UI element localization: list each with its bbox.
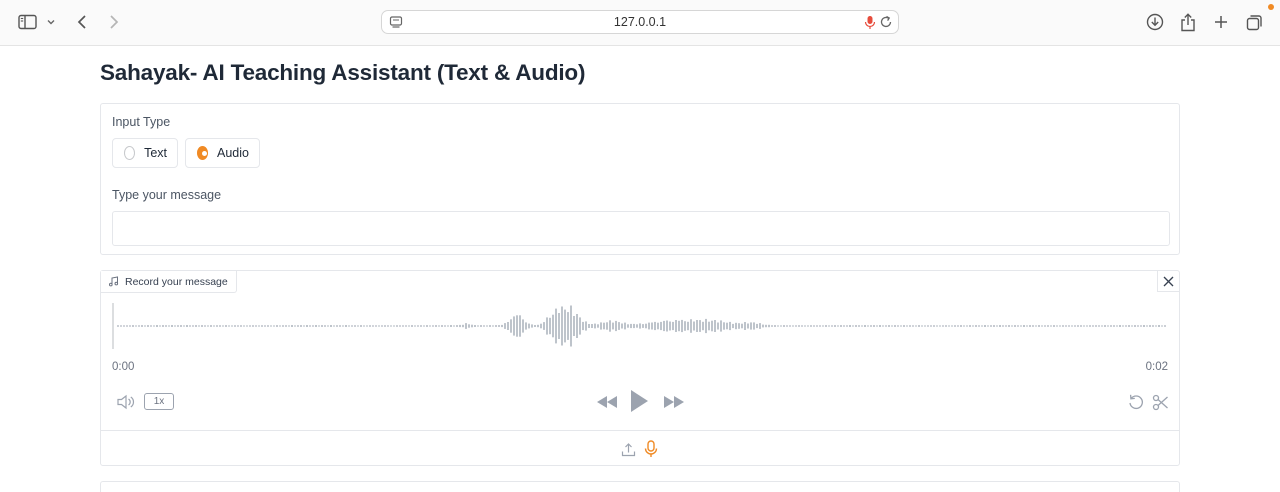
rewind-icon <box>597 396 617 408</box>
rewind-button[interactable] <box>595 392 619 412</box>
chevron-left-icon <box>77 15 86 29</box>
play-button[interactable] <box>627 387 651 415</box>
share-button[interactable] <box>1174 9 1202 35</box>
time-start: 0:00 <box>112 361 135 373</box>
scissors-icon <box>1152 394 1168 410</box>
chevron-right-icon <box>110 15 119 29</box>
downloads-button[interactable] <box>1141 9 1169 35</box>
tab-overview-button[interactable] <box>1240 9 1268 35</box>
audio-label: Record your message <box>101 271 237 293</box>
message-label: Type your message <box>112 188 222 202</box>
record-audio-button[interactable] <box>642 439 660 459</box>
close-icon <box>1163 276 1174 286</box>
radio-option-text[interactable]: Text <box>112 138 178 168</box>
fast-forward-icon <box>664 396 684 408</box>
notification-dot <box>1268 4 1274 10</box>
forward-button[interactable] <box>100 9 128 35</box>
radio-label-audio: Audio <box>217 146 249 160</box>
url-text: 127.0.0.1 <box>613 15 667 29</box>
playback-speed-button[interactable]: 1x <box>144 393 174 410</box>
plus-icon <box>1215 16 1227 28</box>
audio-recorder-panel: Record your message 0:00 0:02 1x <box>100 270 1180 466</box>
volume-icon <box>117 394 135 410</box>
page-title: Sahayak- AI Teaching Assistant (Text & A… <box>100 60 586 85</box>
message-input[interactable] <box>112 211 1170 246</box>
trim-button[interactable] <box>1150 392 1170 412</box>
music-icon <box>109 276 119 287</box>
volume-button[interactable] <box>115 392 137 412</box>
next-panel <box>100 481 1180 492</box>
chevron-down-icon <box>47 20 55 25</box>
upload-audio-button[interactable] <box>619 440 637 458</box>
tabs-icon <box>1246 14 1262 30</box>
radio-button-audio[interactable] <box>197 146 209 160</box>
browser-toolbar: 127.0.0.1 <box>0 0 1280 46</box>
play-icon <box>631 390 648 412</box>
input-panel: Input Type Text Audio Type your message <box>100 103 1180 255</box>
back-button[interactable] <box>68 9 96 35</box>
download-icon <box>1146 13 1164 31</box>
audio-source-bar <box>101 430 1179 466</box>
sidebar-menu-button[interactable] <box>38 9 64 35</box>
sidebar-icon <box>18 14 37 30</box>
clear-audio-button[interactable] <box>1157 271 1179 292</box>
microphone-icon[interactable] <box>864 15 876 30</box>
reload-icon[interactable] <box>879 15 893 29</box>
time-end: 0:02 <box>1145 361 1168 373</box>
radio-button-text[interactable] <box>124 146 136 160</box>
radio-label-text: Text <box>144 146 167 160</box>
audio-label-text: Record your message <box>125 275 228 288</box>
address-bar[interactable]: 127.0.0.1 <box>381 10 899 34</box>
input-type-label: Input Type <box>112 115 171 129</box>
reset-button[interactable] <box>1126 392 1146 412</box>
new-tab-button[interactable] <box>1207 9 1235 35</box>
share-icon <box>1181 12 1195 31</box>
microphone-icon <box>644 440 658 457</box>
upload-icon <box>621 442 635 456</box>
undo-icon <box>1129 394 1143 410</box>
audio-waveform[interactable] <box>112 301 1170 351</box>
radio-option-audio[interactable]: Audio <box>185 138 260 168</box>
fast-forward-button[interactable] <box>662 392 686 412</box>
